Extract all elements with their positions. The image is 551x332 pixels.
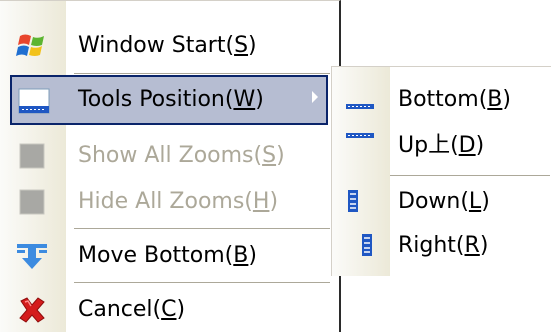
- menu-item-hide-all-zooms[interactable]: Hide All Zooms(H): [0, 177, 339, 227]
- submenu-item-label: Up上(D): [398, 133, 485, 158]
- menu-separator: [74, 228, 330, 229]
- menu-item-label: Window Start(S): [78, 33, 257, 58]
- gray-square-icon: [14, 141, 50, 171]
- move-down-icon: [14, 241, 50, 271]
- menu-item-label: Cancel(C): [78, 297, 186, 322]
- bar-right-icon: [344, 231, 378, 261]
- tools-position-submenu: Bottom(B) Up上(D) Down(L) Right(R): [331, 66, 551, 276]
- menu-separator: [74, 282, 330, 283]
- menu-item-label: Move Bottom(B): [78, 243, 257, 268]
- menu-item-show-all-zooms[interactable]: Show All Zooms(S): [0, 131, 339, 181]
- menu-item-label: Tools Position(W): [78, 87, 264, 112]
- menu-item-cancel[interactable]: Cancel(C): [0, 285, 339, 332]
- screen: Window Start(S) Tools Position(W) Show A…: [0, 0, 551, 332]
- menu-item-move-bottom[interactable]: Move Bottom(B): [0, 231, 339, 281]
- submenu-item-label: Right(R): [398, 233, 489, 258]
- menu-item-label: Show All Zooms(S): [78, 143, 285, 168]
- submenu-item-up[interactable]: Up上(D): [332, 123, 550, 169]
- submenu-item-label: Bottom(B): [398, 87, 511, 112]
- submenu-item-bottom[interactable]: Bottom(B): [332, 77, 550, 123]
- submenu-separator: [390, 175, 550, 176]
- red-x-icon: [14, 295, 50, 325]
- bar-bottom-icon: [344, 85, 378, 115]
- submenu-item-down[interactable]: Down(L): [332, 179, 550, 225]
- menu-separator: [74, 73, 330, 74]
- toolbar-position-icon: [16, 87, 52, 117]
- menu-item-window-start[interactable]: Window Start(S): [0, 21, 339, 71]
- gray-square-icon: [14, 187, 50, 217]
- submenu-item-right[interactable]: Right(R): [332, 223, 550, 269]
- windows-logo-icon: [14, 31, 50, 61]
- submenu-item-label: Down(L): [398, 189, 490, 214]
- menu-item-label: Hide All Zooms(H): [78, 189, 279, 214]
- context-menu: Window Start(S) Tools Position(W) Show A…: [0, 0, 341, 332]
- bar-top-icon: [344, 131, 378, 161]
- submenu-arrow-icon: [312, 91, 318, 103]
- bar-left-icon: [344, 187, 378, 217]
- menu-item-tools-position[interactable]: Tools Position(W): [10, 75, 328, 125]
